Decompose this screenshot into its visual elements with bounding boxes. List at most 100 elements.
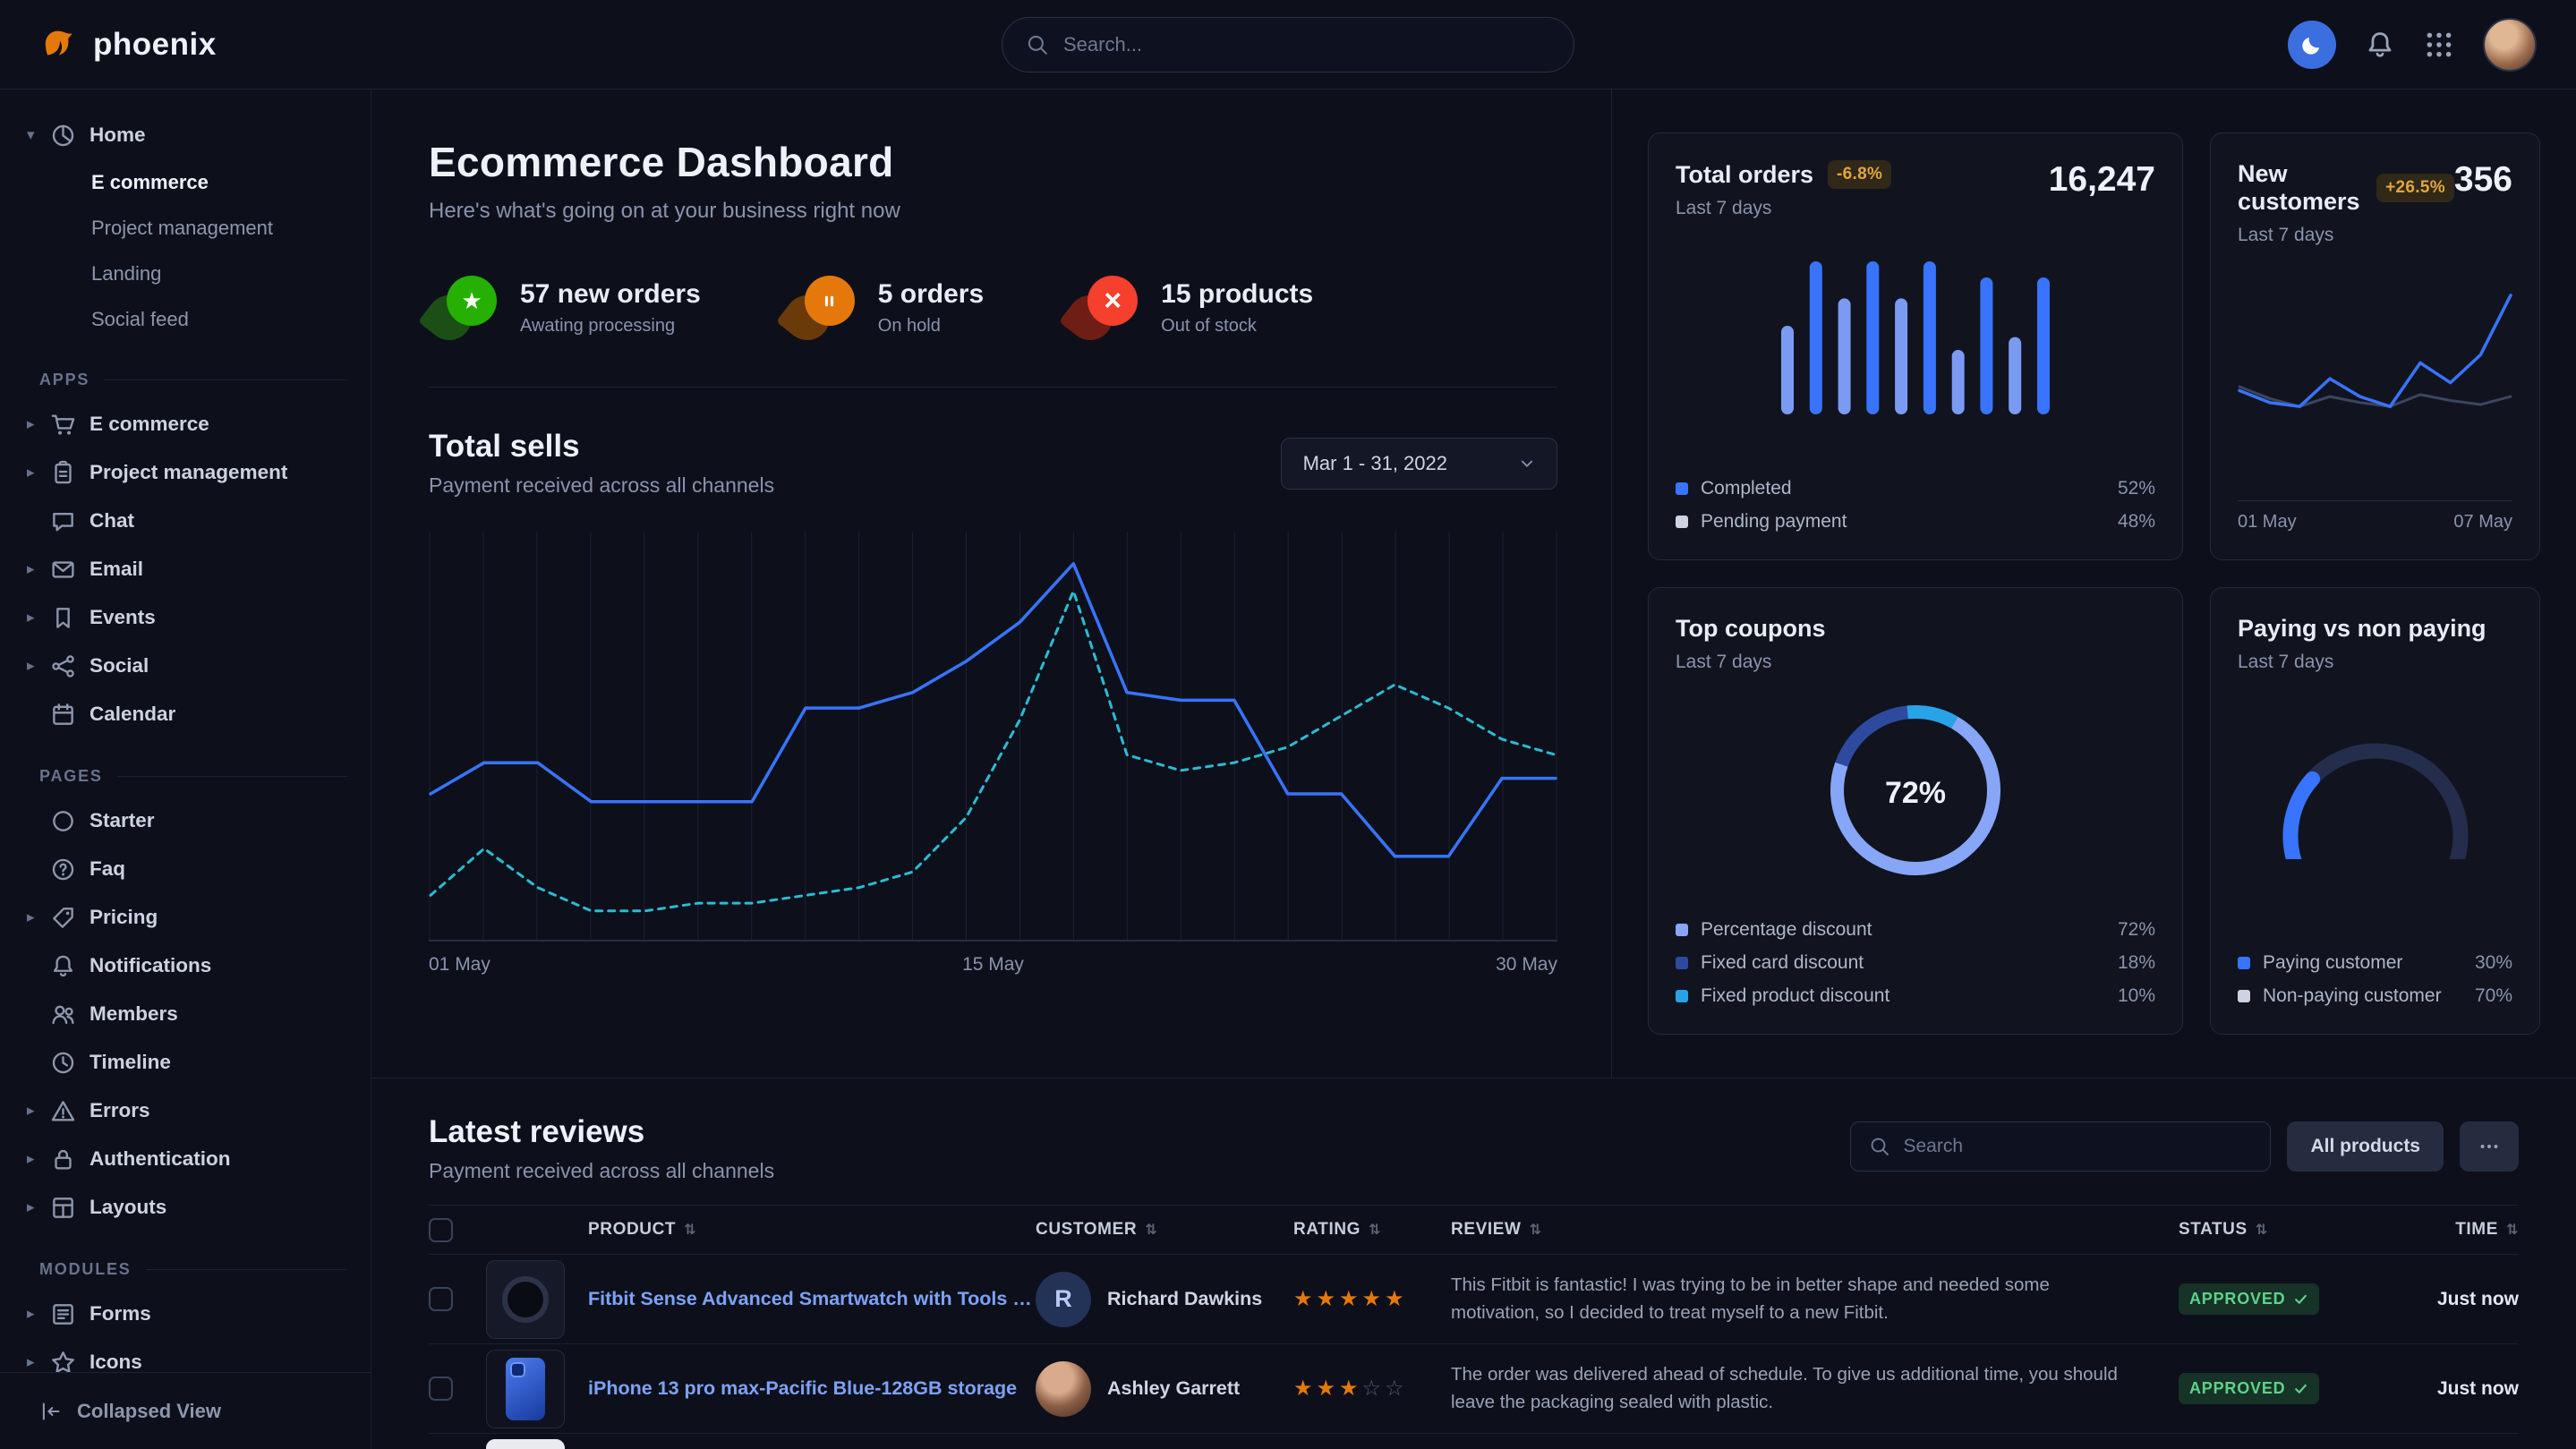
sidebar-subitem-project-management[interactable]: Project management <box>0 205 371 251</box>
reviews-search[interactable] <box>1850 1121 2271 1172</box>
main-content: Ecommerce Dashboard Here's what's going … <box>371 89 2576 1449</box>
collapsed-view-toggle[interactable]: Collapsed View <box>0 1372 371 1449</box>
chat-icon <box>50 508 76 534</box>
sidebar-item-notifications[interactable]: Notifications <box>0 942 371 990</box>
column-header-review[interactable]: REVIEW⇅ <box>1451 1220 2179 1240</box>
sidebar-subitem-landing[interactable]: Landing <box>0 251 371 296</box>
trend-badge: -6.8% <box>1828 160 1891 189</box>
app-root: phoenix ▾HomeE commerceProject managemen… <box>0 0 2576 1449</box>
bell-icon <box>2365 30 2395 60</box>
rating-stars: ★★★☆☆ <box>1293 1376 1451 1402</box>
sidebar-item-e-commerce[interactable]: ▸E commerce <box>0 400 371 448</box>
sidebar-section-modules: MODULES <box>39 1260 347 1279</box>
dashboard-top: Ecommerce Dashboard Here's what's going … <box>371 89 2576 1078</box>
users-icon <box>50 1002 76 1027</box>
total-sells-header: Total sells Payment received across all … <box>429 429 1557 498</box>
sidebar-item-forms[interactable]: ▸Forms <box>0 1290 371 1338</box>
donut-center-value: 72% <box>1830 705 2000 881</box>
sidebar-item-calendar[interactable]: Calendar <box>0 690 371 738</box>
sidebar-subitem-e-commerce[interactable]: E commerce <box>0 159 371 205</box>
sidebar-item-authentication[interactable]: ▸Authentication <box>0 1135 371 1183</box>
column-header-status[interactable]: STATUS⇅ <box>2179 1220 2392 1240</box>
tag-icon <box>50 905 76 931</box>
caret-icon: ▸ <box>27 1102 50 1120</box>
notifications-button[interactable] <box>2365 30 2395 60</box>
latest-reviews-title: Latest reviews <box>429 1114 774 1150</box>
review-text: This Fitbit is fantastic! I was trying t… <box>1451 1272 2179 1327</box>
x-tick: 30 May <box>1496 954 1557 976</box>
user-avatar[interactable] <box>2483 18 2537 72</box>
product-link[interactable]: Fitbit Sense Advanced Smartwatch with To… <box>588 1288 1036 1310</box>
paying-legend: Paying customer30%Non-paying customer70% <box>2238 952 2512 1007</box>
sidebar-item-chat[interactable]: Chat <box>0 497 371 545</box>
brand[interactable]: phoenix <box>39 24 217 65</box>
kpi-cards: Total orders -6.8% Last 7 days 16,247 Co… <box>1611 89 2576 1078</box>
column-header-time[interactable]: TIME⇅ <box>2392 1220 2519 1240</box>
sidebar-item-home[interactable]: ▾Home <box>0 111 371 159</box>
sidebar-subitem-social-feed[interactable]: Social feed <box>0 296 371 342</box>
sidebar-item-email[interactable]: ▸Email <box>0 545 371 593</box>
theme-toggle-button[interactable] <box>2288 21 2336 69</box>
caret-icon: ▸ <box>27 908 50 926</box>
card-period: Last 7 days <box>2238 652 2486 673</box>
caret-icon: ▾ <box>27 126 50 144</box>
reviews-search-input[interactable] <box>1903 1136 2252 1157</box>
bookmark-icon <box>50 605 76 631</box>
product-link[interactable]: iPhone 13 pro max-Pacific Blue-128GB sto… <box>588 1377 1017 1400</box>
sidebar-nav: ▾HomeE commerceProject managementLanding… <box>0 111 371 1449</box>
card-title: Top coupons <box>1676 615 1825 643</box>
latest-reviews-subtitle: Payment received across all channels <box>429 1159 774 1183</box>
more-options-button[interactable] <box>2460 1121 2519 1172</box>
sidebar-item-timeline[interactable]: Timeline <box>0 1038 371 1087</box>
new-customers-value: 356 <box>2454 160 2512 200</box>
sidebar-item-social[interactable]: ▸Social <box>0 642 371 690</box>
review-row: Fitbit Sense Advanced Smartwatch with To… <box>429 1255 2519 1344</box>
card-period: Last 7 days <box>1676 652 1825 673</box>
legend-item-non-paying-customer: Non-paying customer70% <box>2238 985 2512 1007</box>
status-badge: APPROVED <box>2179 1373 2319 1404</box>
sidebar-item-members[interactable]: Members <box>0 990 371 1038</box>
column-header-product[interactable]: PRODUCT⇅ <box>486 1220 1036 1240</box>
customer-avatar[interactable]: R <box>1036 1272 1091 1327</box>
caret-icon: ▸ <box>27 560 50 578</box>
review-time: Just now <box>2392 1378 2519 1400</box>
warning-icon <box>50 1098 76 1124</box>
customer-avatar[interactable] <box>1036 1361 1091 1417</box>
apps-grid-button[interactable] <box>2424 30 2454 60</box>
product-thumbnail[interactable] <box>486 1350 565 1428</box>
global-search[interactable] <box>1002 17 1574 72</box>
caret-icon: ▸ <box>27 415 50 433</box>
global-search-input[interactable] <box>1063 33 1550 56</box>
total-orders-legend: Completed52%Pending payment48% <box>1676 478 2155 533</box>
caret-icon: ▸ <box>27 464 50 482</box>
x-tick: 07 May <box>2453 512 2512 533</box>
x-tick: 01 May <box>429 954 490 976</box>
date-range-select[interactable]: Mar 1 - 31, 2022 <box>1281 438 1557 490</box>
all-products-button[interactable]: All products <box>2287 1121 2444 1172</box>
sidebar-item-pricing[interactable]: ▸Pricing <box>0 893 371 942</box>
select-all-checkbox[interactable] <box>429 1218 453 1242</box>
product-thumbnail[interactable] <box>486 1260 565 1339</box>
sidebar: ▾HomeE commerceProject managementLanding… <box>0 89 371 1449</box>
question-icon <box>50 857 76 882</box>
sidebar-item-faq[interactable]: Faq <box>0 845 371 893</box>
column-header-rating[interactable]: RATING⇅ <box>1293 1220 1451 1240</box>
sidebar-item-layouts[interactable]: ▸Layouts <box>0 1183 371 1232</box>
sidebar-item-project-management[interactable]: ▸Project management <box>0 448 371 497</box>
search-icon <box>1869 1136 1890 1157</box>
total-sells-title: Total sells <box>429 429 774 465</box>
column-header-customer[interactable]: CUSTOMER⇅ <box>1036 1220 1293 1240</box>
sidebar-item-errors[interactable]: ▸Errors <box>0 1087 371 1135</box>
caret-icon: ▸ <box>27 657 50 675</box>
card-total-orders: Total orders -6.8% Last 7 days 16,247 Co… <box>1648 132 2183 560</box>
pause-icon <box>787 276 855 340</box>
review-time: Just now <box>2392 1289 2519 1310</box>
sidebar-item-starter[interactable]: Starter <box>0 797 371 845</box>
total-sells-subtitle: Payment received across all channels <box>429 473 774 498</box>
row-checkbox[interactable] <box>429 1377 453 1401</box>
card-new-customers: New customers +26.5% Last 7 days 356 01 … <box>2210 132 2540 560</box>
row-checkbox[interactable] <box>429 1287 453 1311</box>
product-thumbnail[interactable] <box>486 1439 565 1449</box>
sidebar-item-events[interactable]: ▸Events <box>0 593 371 642</box>
share-icon <box>50 653 76 679</box>
